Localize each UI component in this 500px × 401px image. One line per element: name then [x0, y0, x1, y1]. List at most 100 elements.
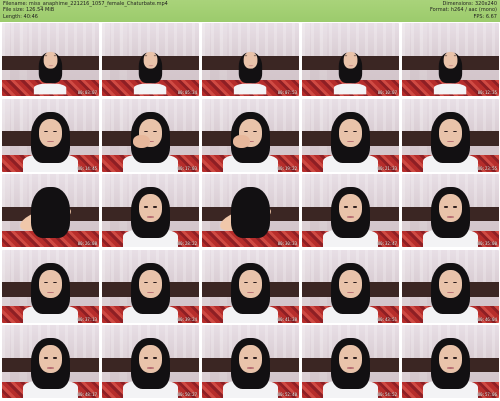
video-thumbnail[interactable]: 00:46:04: [402, 249, 499, 323]
face-figure: [38, 269, 63, 298]
hair-figure: [31, 187, 70, 239]
timestamp-label: 00:26:08: [77, 241, 97, 246]
timestamp-label: 00:05:34: [177, 90, 197, 95]
video-thumbnail[interactable]: 00:43:51: [302, 249, 399, 323]
face-figure: [38, 345, 63, 374]
left-eye: [343, 357, 348, 359]
video-thumbnail[interactable]: 00:07:53: [202, 23, 299, 96]
timestamp-label: 00:12:35: [477, 90, 497, 95]
filename-label: Filename:: [3, 1, 28, 7]
dimensions-label: Dimensions:: [442, 1, 474, 7]
timestamp-label: 00:07:53: [277, 90, 297, 95]
video-thumbnail[interactable]: 00:26:08: [2, 174, 99, 247]
length-value: 40:46: [23, 13, 38, 20]
video-thumbnail[interactable]: 00:28:22: [102, 174, 199, 247]
video-thumbnail[interactable]: 00:50:27: [102, 325, 199, 398]
left-eye: [143, 130, 148, 133]
fps-row: FPS: 6.67: [430, 14, 497, 20]
white-shirt: [234, 84, 267, 95]
timestamp-label: 00:28:22: [177, 241, 197, 246]
thumbnail-grid: 00:03:07 00:05:34 00:07:53 00:10:07 00:12:35…: [0, 22, 500, 401]
right-eye: [53, 357, 58, 359]
left-eye: [43, 357, 48, 359]
timestamp-label: 00:14:45: [77, 165, 97, 171]
face-figure: [338, 194, 363, 223]
white-shirt: [434, 84, 467, 95]
video-thumbnail[interactable]: 00:32:47: [302, 174, 399, 247]
left-eye: [243, 357, 248, 359]
header-left: Filename: miss_anaphime_221216_1057_fema…: [3, 1, 168, 20]
video-thumbnail[interactable]: 00:21:33: [302, 98, 399, 172]
video-thumbnail[interactable]: 00:41:38: [202, 249, 299, 323]
timestamp-label: 00:52:40: [277, 392, 297, 397]
mouth: [346, 367, 355, 369]
face-figure: [38, 118, 63, 147]
mouth: [446, 367, 455, 369]
video-thumbnail[interactable]: 00:12:35: [402, 23, 499, 96]
timestamp-label: 00:57:06: [477, 392, 497, 397]
timestamp-label: 00:19:22: [277, 165, 297, 171]
left-eye: [443, 357, 448, 359]
video-thumbnail[interactable]: 00:54:52: [302, 325, 399, 398]
timestamp-label: 00:50:27: [177, 392, 197, 397]
filesize-value: 126.54 MiB: [25, 7, 55, 14]
mouth: [446, 216, 455, 218]
face-figure: [238, 269, 263, 298]
video-thumbnail[interactable]: 00:19:22: [202, 98, 299, 172]
video-thumbnail[interactable]: 00:14:45: [2, 98, 99, 172]
timestamp-label: 00:46:04: [477, 316, 497, 322]
left-eye: [343, 281, 348, 284]
video-thumbnail[interactable]: 00:17:03: [102, 98, 199, 172]
left-eye: [443, 206, 448, 208]
timestamp-label: 00:30:33: [277, 241, 297, 246]
timestamp-label: 00:41:38: [277, 316, 297, 322]
video-thumbnail[interactable]: 00:23:55: [402, 98, 499, 172]
right-eye: [253, 357, 258, 359]
timestamp-label: 00:17:03: [177, 165, 197, 171]
video-thumbnail[interactable]: 00:10:07: [302, 23, 399, 96]
right-eye: [453, 206, 458, 208]
timestamp-label: 00:32:47: [377, 241, 397, 246]
face-figure: [338, 269, 363, 298]
right-eye: [353, 206, 358, 208]
face-figure: [438, 345, 463, 374]
face-figure: [338, 118, 363, 147]
left-eye: [443, 281, 448, 284]
dimensions-value: 320x240: [474, 1, 497, 7]
mouth: [146, 367, 155, 369]
hair-figure: [231, 187, 270, 239]
left-eye: [443, 130, 448, 133]
info-header: Filename: miss_anaphime_221216_1057_fema…: [0, 0, 500, 22]
right-eye: [453, 357, 458, 359]
format-value: h264 / aac (mono): [450, 7, 497, 14]
video-thumbnail[interactable]: 00:39:24: [102, 249, 199, 323]
left-eye: [343, 130, 348, 133]
timestamp-label: 00:39:24: [177, 316, 197, 322]
white-shirt: [334, 84, 367, 95]
video-thumbnail[interactable]: 00:30:33: [202, 174, 299, 247]
format-label: Format:: [429, 7, 450, 14]
timestamp-label: 00:21:33: [377, 165, 397, 171]
filename-value: miss_anaphime_221216_1057_female_Chaturb…: [28, 1, 168, 7]
video-thumbnail[interactable]: 00:05:34: [102, 23, 199, 96]
face-figure: [138, 345, 163, 374]
length-row: Length: 40:46: [3, 14, 168, 20]
mouth: [246, 367, 255, 369]
timestamp-label: 00:35:00: [477, 241, 497, 246]
video-thumbnail[interactable]: 00:37:13: [2, 249, 99, 323]
video-thumbnail[interactable]: 00:48:17: [2, 325, 99, 398]
timestamp-label: 00:48:17: [77, 392, 97, 397]
video-thumbnail[interactable]: 00:57:06: [402, 325, 499, 398]
face-figure: [438, 269, 463, 298]
right-eye: [153, 357, 158, 359]
left-eye: [343, 206, 348, 208]
video-thumbnail[interactable]: 00:35:00: [402, 174, 499, 247]
fps-label: FPS:: [473, 13, 485, 20]
timestamp-label: 00:03:07: [77, 90, 97, 95]
video-thumbnail[interactable]: 00:52:40: [202, 325, 299, 398]
left-eye: [143, 357, 148, 359]
timestamp-label: 00:37:13: [77, 316, 97, 322]
video-thumbnail[interactable]: 00:03:07: [2, 23, 99, 96]
left-eye: [243, 130, 248, 133]
white-shirt: [134, 84, 167, 95]
